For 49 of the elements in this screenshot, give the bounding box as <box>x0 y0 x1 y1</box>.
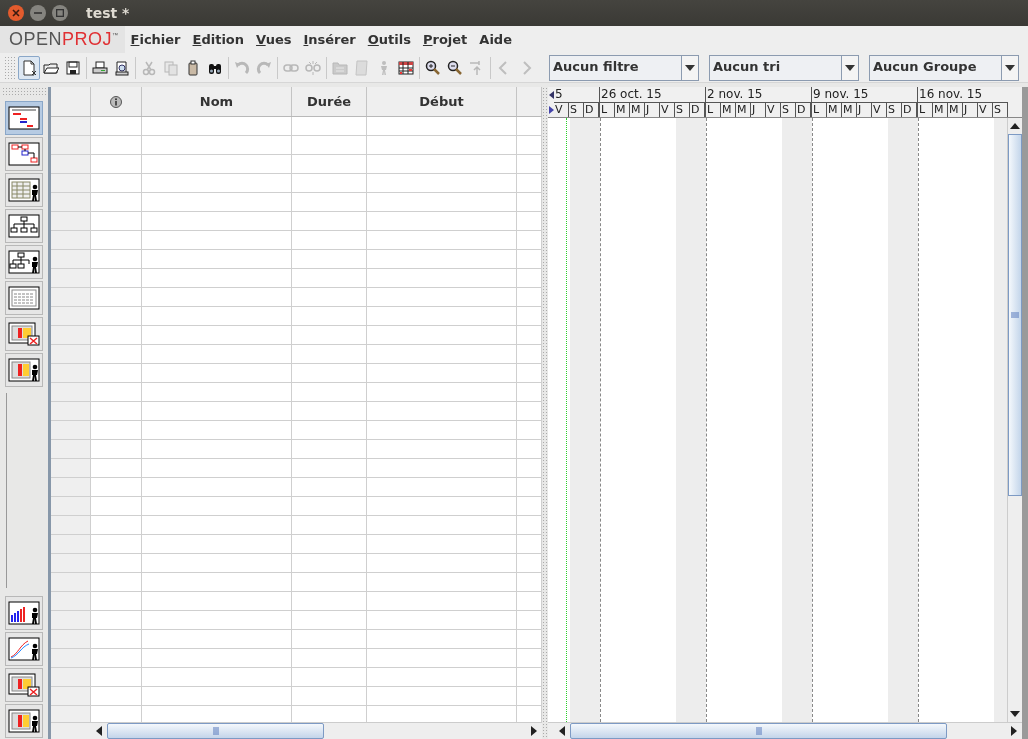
day-label: M <box>948 103 963 117</box>
day-label: L <box>706 103 721 117</box>
day-label: M <box>630 103 645 117</box>
day-label: J <box>751 103 766 117</box>
day-label: L <box>812 103 827 117</box>
week-label: 26 oct. 15 <box>600 87 705 103</box>
day-label: V <box>766 103 781 117</box>
dropdown[interactable]: Aucun tri <box>709 54 859 81</box>
day-label: M <box>933 103 948 117</box>
menu-item[interactable]: Edition <box>186 32 251 47</box>
dropdown[interactable]: Aucun filtre <box>549 54 699 81</box>
day-label: D <box>584 103 599 117</box>
day-label: L <box>600 103 615 117</box>
week-label: 2 nov. 15 <box>706 87 811 103</box>
day-label: J <box>963 103 978 117</box>
day-label: J <box>857 103 872 117</box>
menu-item[interactable]: Insérer <box>297 32 362 47</box>
menu-item[interactable]: Fichier <box>124 32 187 47</box>
day-label: S <box>781 103 796 117</box>
menu-item[interactable]: Outils <box>361 32 417 47</box>
week-label: 5 <box>554 87 599 103</box>
window-title: test * <box>86 5 130 21</box>
column-header[interactable]: Nom <box>142 87 292 116</box>
day-label: M <box>842 103 857 117</box>
day-label: S <box>569 103 584 117</box>
day-label: M <box>827 103 842 117</box>
menu-item[interactable]: Projet <box>416 32 474 47</box>
day-label: V <box>660 103 675 117</box>
day-label: J <box>645 103 660 117</box>
day-label: S <box>993 103 1008 117</box>
day-label: D <box>902 103 917 117</box>
day-label: V <box>872 103 887 117</box>
day-label: M <box>615 103 630 117</box>
menu-item[interactable]: Aide <box>473 32 518 47</box>
day-label: V <box>978 103 993 117</box>
day-label: L <box>918 103 933 117</box>
day-label: S <box>887 103 902 117</box>
day-label: V <box>554 103 569 117</box>
week-label: 9 nov. 15 <box>812 87 917 103</box>
dropdown[interactable]: Aucun Groupe <box>869 54 1019 81</box>
day-label: M <box>736 103 751 117</box>
day-label: D <box>690 103 705 117</box>
menu-item[interactable]: Vues <box>250 32 298 47</box>
column-header[interactable]: Début <box>367 87 517 116</box>
column-header[interactable]: Durée <box>292 87 367 116</box>
day-label: D <box>796 103 811 117</box>
day-label: M <box>721 103 736 117</box>
week-label: 16 nov. 15 <box>918 87 1008 103</box>
day-label: S <box>675 103 690 117</box>
